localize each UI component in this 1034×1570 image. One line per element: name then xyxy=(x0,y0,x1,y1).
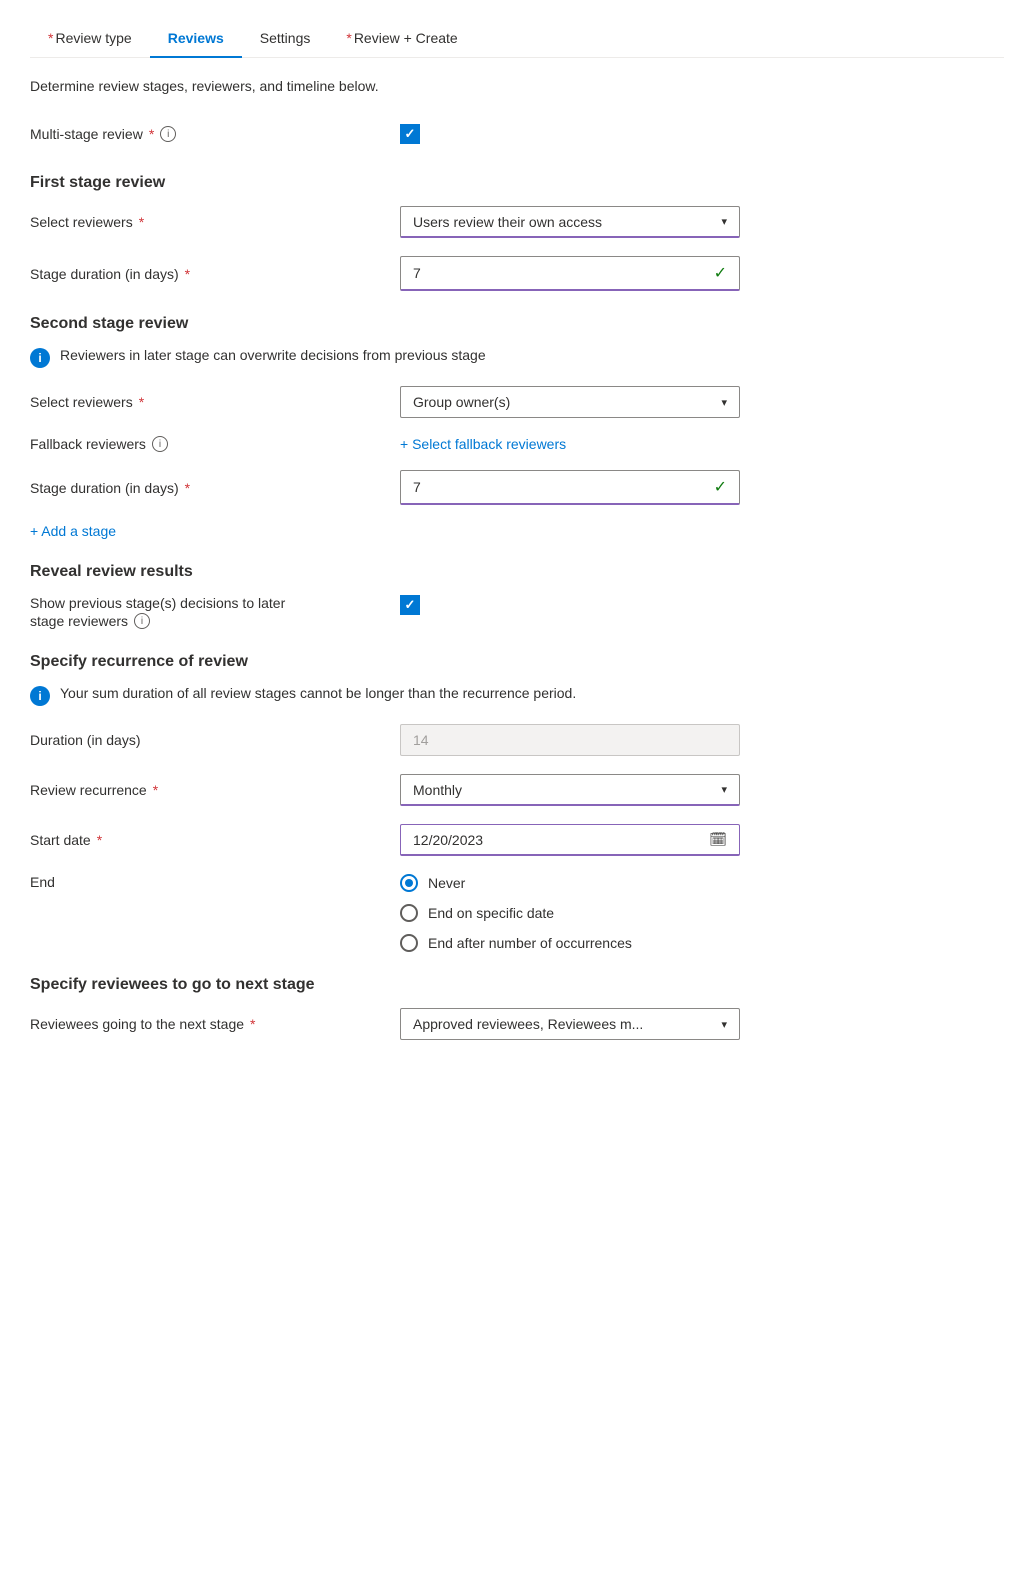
calendar-icon: 🗓 xyxy=(709,831,727,848)
end-never-radio-fill xyxy=(405,879,413,887)
second-stage-heading: Second stage review xyxy=(30,315,1004,333)
tab-review-create[interactable]: *Review + Create xyxy=(328,20,475,58)
tab-reviews[interactable]: Reviews xyxy=(150,20,242,58)
required-star: * xyxy=(346,30,351,46)
fallback-info-icon[interactable]: i xyxy=(152,436,168,452)
review-recurrence-row: Review recurrence * Monthly ▾ xyxy=(30,774,1004,806)
recurrence-info-box: i Your sum duration of all review stages… xyxy=(30,685,1004,706)
end-after-occurrences-option[interactable]: End after number of occurrences xyxy=(400,934,740,952)
review-recurrence-select[interactable]: Monthly ▾ xyxy=(400,774,740,806)
duration-label: Duration (in days) xyxy=(30,732,400,748)
review-recurrence-control: Monthly ▾ xyxy=(400,774,740,806)
multi-stage-checkbox[interactable] xyxy=(400,124,420,144)
second-stage-duration-row: Stage duration (in days) * 7 ✓ xyxy=(30,470,1004,505)
end-after-occurrences-radio[interactable] xyxy=(400,934,418,952)
chevron-down-icon: ▾ xyxy=(721,783,727,796)
first-stage-reviewers-row: Select reviewers * Users review their ow… xyxy=(30,206,1004,238)
start-date-label: Start date * xyxy=(30,832,400,848)
second-stage-duration-input[interactable]: 7 ✓ xyxy=(400,470,740,505)
reviewees-going-label: Reviewees going to the next stage * xyxy=(30,1016,400,1032)
multi-stage-label: Multi-stage review * i xyxy=(30,126,400,142)
show-decisions-info-icon[interactable]: i xyxy=(134,613,150,629)
duration-row: Duration (in days) 14 xyxy=(30,724,1004,756)
chevron-down-icon: ▾ xyxy=(721,1018,727,1031)
first-stage-duration-control: 7 ✓ xyxy=(400,256,740,291)
second-stage-info-box: i Reviewers in later stage can overwrite… xyxy=(30,347,1004,368)
second-stage-duration-control: 7 ✓ xyxy=(400,470,740,505)
page-subtitle: Determine review stages, reviewers, and … xyxy=(30,78,1004,94)
show-decisions-label: Show previous stage(s) decisions to late… xyxy=(30,595,400,629)
multi-stage-info-icon[interactable]: i xyxy=(160,126,176,142)
tab-settings[interactable]: Settings xyxy=(242,20,329,58)
first-stage-duration-row: Stage duration (in days) * 7 ✓ xyxy=(30,256,1004,291)
show-decisions-checkbox-wrap xyxy=(400,595,740,615)
first-stage-reviewers-control: Users review their own access ▾ xyxy=(400,206,740,238)
select-fallback-reviewers-link[interactable]: + Select fallback reviewers xyxy=(400,436,566,452)
check-icon: ✓ xyxy=(714,477,727,497)
second-stage-reviewers-select[interactable]: Group owner(s) ▾ xyxy=(400,386,740,418)
duration-control: 14 xyxy=(400,724,740,756)
add-stage-button[interactable]: + Add a stage xyxy=(30,523,1004,539)
required-star: * xyxy=(48,30,53,46)
end-options: Never End on specific date End after num… xyxy=(400,874,740,952)
chevron-down-icon: ▾ xyxy=(721,396,727,409)
reviewees-going-row: Reviewees going to the next stage * Appr… xyxy=(30,1008,1004,1040)
show-decisions-checkbox[interactable] xyxy=(400,595,420,615)
show-decisions-row: Show previous stage(s) decisions to late… xyxy=(30,595,1004,629)
second-stage-reviewers-control: Group owner(s) ▾ xyxy=(400,386,740,418)
start-date-row: Start date * 12/20/2023 🗓 xyxy=(30,824,1004,856)
end-specific-date-radio[interactable] xyxy=(400,904,418,922)
end-never-radio[interactable] xyxy=(400,874,418,892)
first-stage-reviewers-select[interactable]: Users review their own access ▾ xyxy=(400,206,740,238)
end-label: End xyxy=(30,874,400,890)
fallback-reviewers-link-wrap: + Select fallback reviewers xyxy=(400,436,740,452)
start-date-control: 12/20/2023 🗓 xyxy=(400,824,740,856)
first-stage-duration-label: Stage duration (in days) * xyxy=(30,266,400,282)
nav-tabs: *Review type Reviews Settings *Review + … xyxy=(30,20,1004,58)
second-stage-reviewers-label: Select reviewers * xyxy=(30,394,400,410)
reveal-results-heading: Reveal review results xyxy=(30,563,1004,581)
start-date-input[interactable]: 12/20/2023 🗓 xyxy=(400,824,740,856)
next-stage-heading: Specify reviewees to go to next stage xyxy=(30,976,1004,994)
second-stage-reviewers-row: Select reviewers * Group owner(s) ▾ xyxy=(30,386,1004,418)
recurrence-heading: Specify recurrence of review xyxy=(30,653,1004,671)
first-stage-heading: First stage review xyxy=(30,174,1004,192)
reviewees-going-control: Approved reviewees, Reviewees m... ▾ xyxy=(400,1008,740,1040)
end-row: End Never End on specific date End after… xyxy=(30,874,1004,952)
fallback-reviewers-row: Fallback reviewers i + Select fallback r… xyxy=(30,436,1004,452)
second-stage-duration-label: Stage duration (in days) * xyxy=(30,480,400,496)
tab-review-type[interactable]: *Review type xyxy=(30,20,150,58)
duration-input: 14 xyxy=(400,724,740,756)
end-radio-group: Never End on specific date End after num… xyxy=(400,874,740,952)
end-never-option[interactable]: Never xyxy=(400,874,740,892)
review-recurrence-label: Review recurrence * xyxy=(30,782,400,798)
fallback-reviewers-label: Fallback reviewers i xyxy=(30,436,400,452)
check-icon: ✓ xyxy=(714,263,727,283)
first-stage-duration-input[interactable]: 7 ✓ xyxy=(400,256,740,291)
multi-stage-row: Multi-stage review * i xyxy=(30,118,1004,150)
multi-stage-checkbox-wrap xyxy=(400,124,740,144)
end-specific-date-option[interactable]: End on specific date xyxy=(400,904,740,922)
recurrence-info-icon: i xyxy=(30,686,50,706)
reviewees-going-select[interactable]: Approved reviewees, Reviewees m... ▾ xyxy=(400,1008,740,1040)
info-icon: i xyxy=(30,348,50,368)
chevron-down-icon: ▾ xyxy=(721,215,727,228)
first-stage-reviewers-label: Select reviewers * xyxy=(30,214,400,230)
